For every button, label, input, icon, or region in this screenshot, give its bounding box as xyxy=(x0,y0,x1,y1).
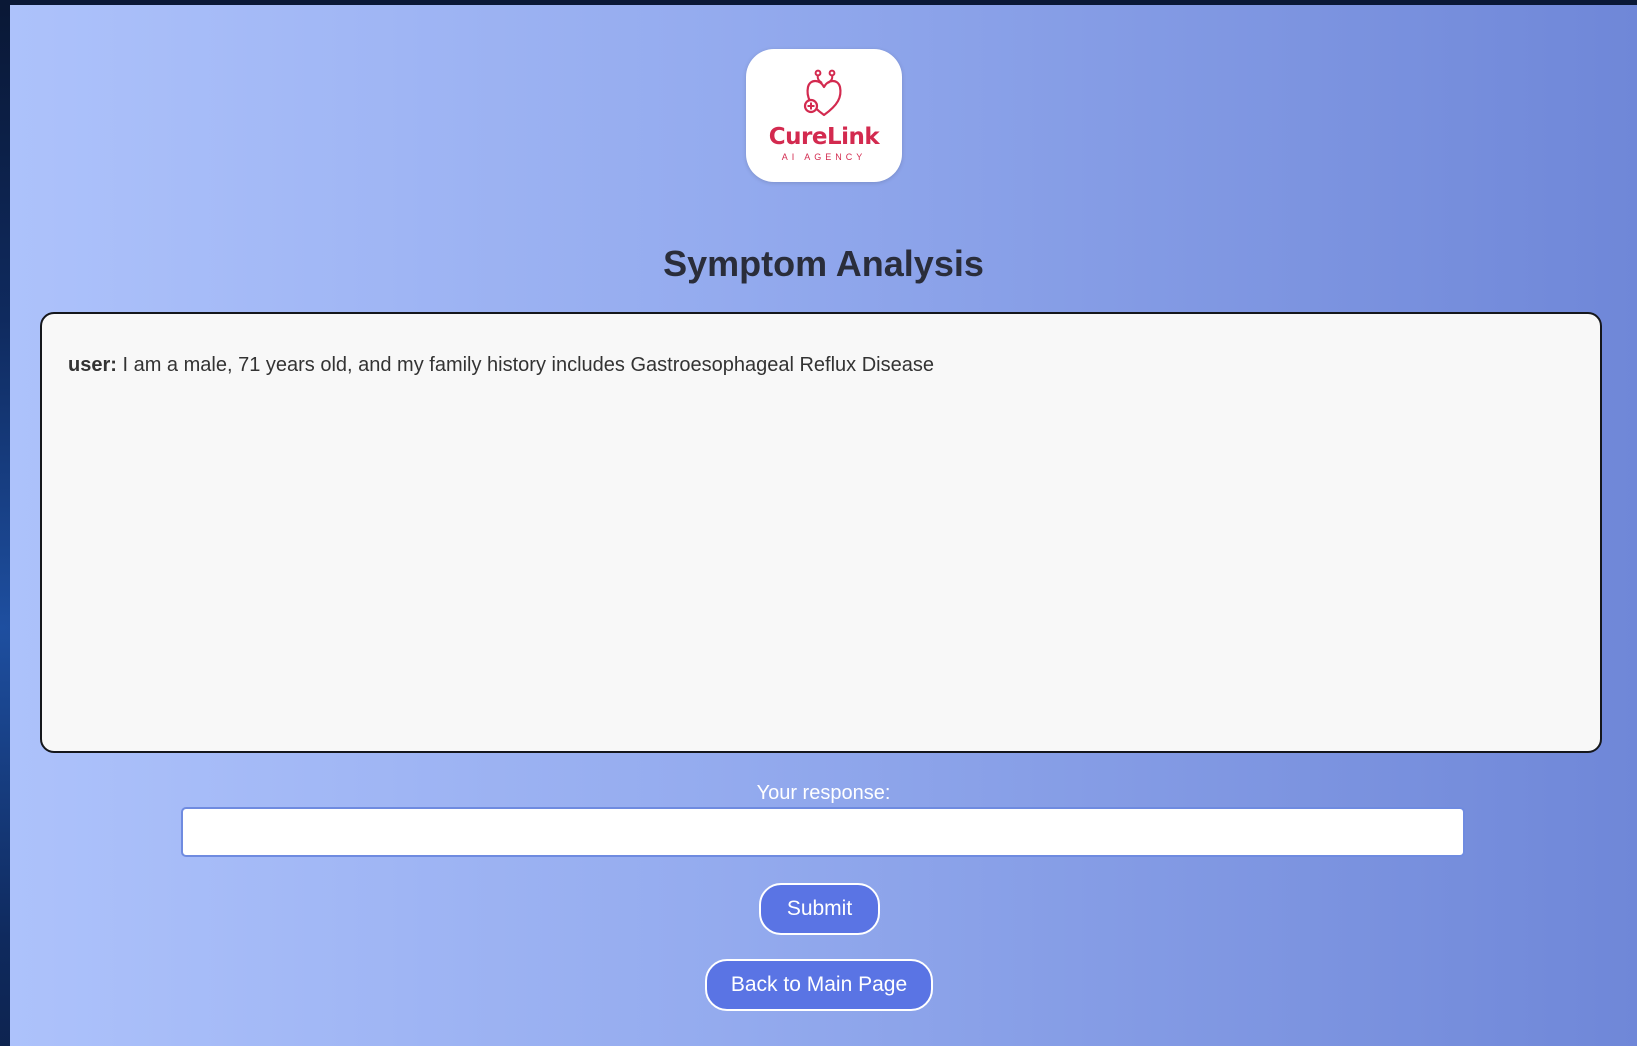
chat-history[interactable]: user: I am a male, 71 years old, and my … xyxy=(40,312,1602,753)
stethoscope-heart-icon xyxy=(803,69,842,117)
logo: CureLink AI AGENCY xyxy=(746,49,902,182)
logo-brand-name: CureLink xyxy=(768,124,880,150)
chat-message: user: I am a male, 71 years old, and my … xyxy=(68,354,934,377)
back-to-main-button[interactable]: Back to Main Page xyxy=(705,959,933,1011)
app-page: CureLink AI AGENCY Symptom Analysis user… xyxy=(10,5,1637,1046)
submit-button[interactable]: Submit xyxy=(759,883,880,935)
message-sender: user: xyxy=(68,354,117,376)
message-text: I am a male, 71 years old, and my family… xyxy=(122,354,934,376)
logo-tagline: AI AGENCY xyxy=(781,152,867,162)
response-label: Your response: xyxy=(756,782,891,804)
response-input[interactable] xyxy=(181,807,1465,857)
page-title: Symptom Analysis xyxy=(663,243,984,284)
